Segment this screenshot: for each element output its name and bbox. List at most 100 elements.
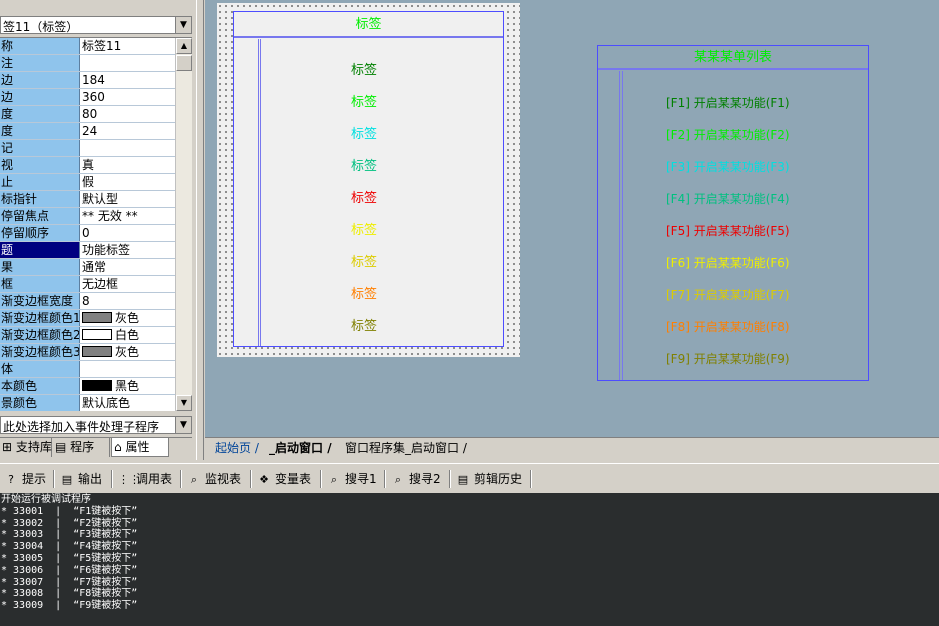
form-label[interactable]: 标签	[314, 59, 414, 78]
tab-startup-window[interactable]: _启动窗口 /	[269, 439, 332, 458]
object-selector[interactable]: 签11（标签） ▼	[0, 16, 192, 34]
property-value[interactable]: 真	[82, 157, 175, 173]
function-list[interactable]: 某某某单列表 [F1] 开启某某功能(F1) [F2] 开启某某功能(F2) [F3…	[597, 45, 869, 381]
chevron-down-icon[interactable]: ▼	[175, 417, 191, 433]
property-row[interactable]: 称标签11	[0, 38, 175, 55]
property-value[interactable]: ** 无效 **	[82, 208, 175, 224]
property-row[interactable]: 渐变边框颜色2 白色	[0, 327, 175, 344]
hint-button[interactable]: ? 提示	[4, 469, 46, 489]
tab-library[interactable]: ⊞ 支持库	[0, 438, 52, 457]
property-value-text: 360	[82, 90, 105, 104]
property-value[interactable]: 默认底色	[82, 395, 175, 411]
property-row[interactable]: 度 80	[0, 106, 175, 123]
property-value[interactable]: 默认型	[82, 191, 175, 207]
property-row[interactable]: 题功能标签	[0, 242, 175, 259]
property-row[interactable]: 度 24	[0, 123, 175, 140]
property-row[interactable]: 边 184	[0, 72, 175, 89]
property-value[interactable]: 24	[82, 123, 175, 139]
list-item[interactable]: [F5] 开启某某功能(F5)	[666, 222, 790, 239]
tab-property[interactable]: ⌂ 属性	[111, 438, 169, 457]
property-value[interactable]: 标签11	[82, 38, 175, 54]
property-row[interactable]: 景颜色 默认底色	[0, 395, 175, 411]
list-item[interactable]: [F3] 开启某某功能(F3)	[666, 158, 790, 175]
property-row[interactable]: 渐变边框颜色1 灰色	[0, 310, 175, 327]
property-value-text: 184	[82, 73, 105, 87]
property-row[interactable]: 渐变边框颜色3 灰色	[0, 344, 175, 361]
form-title[interactable]: 标签	[234, 12, 503, 38]
property-name: 度	[0, 123, 80, 139]
property-value[interactable]: 假	[82, 174, 175, 190]
left-panel-tabs: ⊞ 支持库 ▤ 程序 ⌂ 属性	[0, 437, 192, 457]
property-row[interactable]: 停留焦点 ** 无效 **	[0, 208, 175, 225]
form-label[interactable]: 标签	[314, 187, 414, 206]
property-scrollbar[interactable]: ▲ ▼	[175, 38, 192, 411]
variable-button[interactable]: ❖ 变量表	[257, 469, 311, 489]
form-label[interactable]: 标签	[314, 123, 414, 142]
scroll-thumb[interactable]	[176, 55, 192, 71]
tab-window-assembly[interactable]: 窗口程序集_启动窗口 /	[345, 439, 467, 458]
clip-history-button[interactable]: ▤ 剪辑历史	[456, 469, 522, 489]
form-label[interactable]: 标签	[314, 283, 414, 302]
property-row[interactable]: 注	[0, 55, 175, 72]
form-label[interactable]: 标签	[314, 251, 414, 270]
property-value[interactable]: 功能标签	[82, 242, 175, 258]
scroll-down-icon[interactable]: ▼	[176, 395, 192, 411]
form-label[interactable]: 标签	[314, 219, 414, 238]
design-form[interactable]: 标签 标签 标签 标签 标签 标签 标签 标签 标签 标签	[217, 3, 520, 357]
property-value[interactable]: 0	[82, 225, 175, 241]
property-value[interactable]	[82, 140, 175, 156]
tab-program[interactable]: ▤ 程序	[53, 438, 110, 457]
list-item[interactable]: [F7] 开启某某功能(F7)	[666, 286, 790, 303]
event-selector[interactable]: 此处选择加入事件处理子程序 ▼	[0, 416, 192, 434]
output-button[interactable]: ▤ 输出	[60, 469, 102, 489]
property-value[interactable]	[82, 55, 175, 71]
property-row[interactable]: 记	[0, 140, 175, 157]
panel-splitter[interactable]	[196, 0, 204, 460]
form-label[interactable]: 标签	[314, 91, 414, 110]
property-name: 景颜色	[0, 395, 80, 411]
property-value[interactable]: 灰色	[82, 310, 175, 326]
list-item[interactable]: [F9] 开启某某功能(F9)	[666, 350, 790, 367]
list-item[interactable]: [F1] 开启某某功能(F1)	[666, 94, 790, 111]
property-value[interactable]: 灰色	[82, 344, 175, 360]
property-row[interactable]: 渐变边框宽度 8	[0, 293, 175, 310]
property-row[interactable]: 本颜色 黑色	[0, 378, 175, 395]
list-item[interactable]: [F8] 开启某某功能(F8)	[666, 318, 790, 335]
property-row[interactable]: 标指针 默认型	[0, 191, 175, 208]
property-row[interactable]: 止假	[0, 174, 175, 191]
property-value[interactable]: 360	[82, 89, 175, 105]
property-value[interactable]: 184	[82, 72, 175, 88]
search1-button[interactable]: ⌕ 搜寻1	[327, 469, 377, 489]
property-value[interactable]: 黑色	[82, 378, 175, 394]
form-label[interactable]: 标签	[314, 155, 414, 174]
property-value[interactable]: 8	[82, 293, 175, 309]
property-value[interactable]: 白色	[82, 327, 175, 343]
list-item[interactable]: [F4] 开启某某功能(F4)	[666, 190, 790, 207]
property-row[interactable]: 体	[0, 361, 175, 378]
property-row[interactable]: 视真	[0, 157, 175, 174]
tab-start-page[interactable]: 起始页 /	[215, 439, 259, 458]
search2-button[interactable]: ⌕ 搜寻2	[391, 469, 441, 489]
scroll-up-icon[interactable]: ▲	[176, 38, 192, 54]
property-value[interactable]: 无边框	[82, 276, 175, 292]
call-table-button[interactable]: ⋮⋮调用表	[118, 469, 172, 489]
watch-button[interactable]: ⌕ 监视表	[187, 469, 241, 489]
list-item[interactable]: [F6] 开启某某功能(F6)	[666, 254, 790, 271]
property-value[interactable]: 80	[82, 106, 175, 122]
property-row[interactable]: 停留顺序 0	[0, 225, 175, 242]
chevron-down-icon[interactable]: ▼	[175, 17, 191, 33]
separator	[320, 470, 322, 488]
property-value[interactable]: 通常	[82, 259, 175, 275]
property-value-text: 80	[82, 107, 98, 121]
property-row[interactable]: 框无边框	[0, 276, 175, 293]
list-item[interactable]: [F2] 开启某某功能(F2)	[666, 126, 790, 143]
property-name: 渐变边框颜色2	[0, 327, 80, 343]
output-log[interactable]: 开始运行被调试程序 * 33001 | “F1键被按下” * 33002 | “F2…	[0, 493, 939, 626]
hint-icon: ?	[8, 473, 14, 486]
property-name: 止	[0, 174, 80, 190]
property-value[interactable]	[82, 361, 175, 377]
form-label[interactable]: 标签	[314, 315, 414, 334]
list-title: 某某某单列表	[598, 46, 868, 70]
property-row[interactable]: 边 360	[0, 89, 175, 106]
property-row[interactable]: 果通常	[0, 259, 175, 276]
